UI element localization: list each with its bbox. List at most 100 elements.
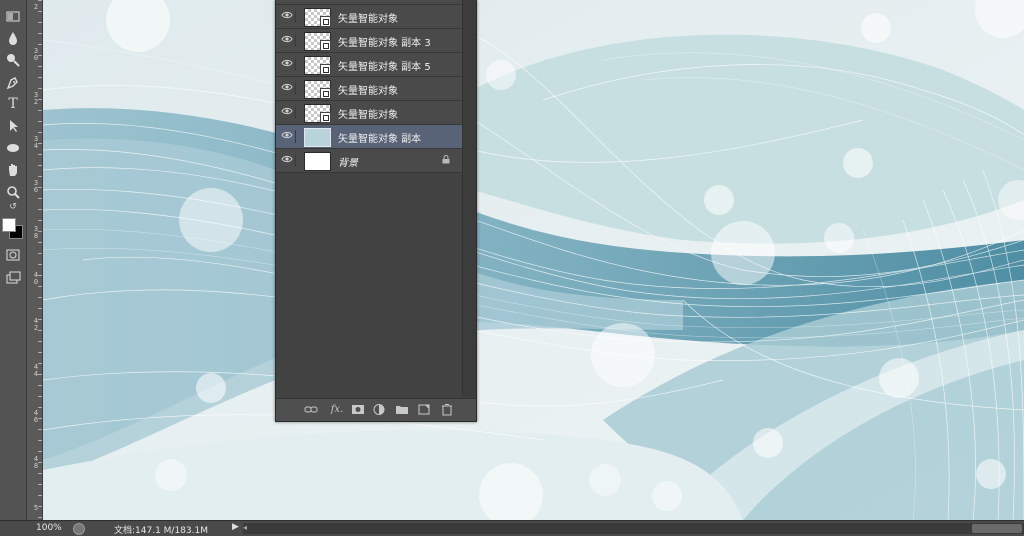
document-info: 文档:147.1 M/183.1M <box>114 526 208 536</box>
layer-row[interactable]: 矢量智能对象 副本 5 <box>276 53 462 77</box>
ruler-tick <box>38 55 42 56</box>
new-layer-icon[interactable] <box>417 403 431 416</box>
ruler-tick <box>38 143 42 144</box>
ruler-tick <box>38 77 42 78</box>
ruler-tick <box>38 33 42 34</box>
ruler-tick <box>38 462 42 463</box>
ruler-tick <box>38 176 42 177</box>
layer-thumbnail[interactable] <box>304 152 331 171</box>
screen-mode-icon[interactable] <box>3 268 23 288</box>
layer-thumbnail[interactable] <box>304 32 331 51</box>
layer-thumbnail[interactable] <box>304 8 331 27</box>
layers-panel: 矢量智能对象 矢量智能对象 副本 3 矢量智能对象 副本 5 矢量智能对象 矢量智能对象… <box>275 0 477 422</box>
layers-footer: fx. <box>276 398 476 421</box>
adjustment-icon[interactable] <box>373 403 387 416</box>
tools-panel: T ↺ <box>0 0 27 520</box>
fx-icon[interactable]: fx. <box>328 403 346 416</box>
ruler-mark: 2 <box>33 3 39 11</box>
ruler-tick <box>38 0 42 1</box>
pen-icon[interactable] <box>3 73 23 93</box>
link-icon[interactable] <box>304 403 318 416</box>
status-bar: 100% 文档:147.1 M/183.1M ▶ ◂ <box>0 520 1024 536</box>
ruler-tick <box>38 451 42 452</box>
layer-thumbnail[interactable] <box>304 80 331 99</box>
ruler-tick <box>38 330 42 331</box>
ruler-tick <box>38 286 42 287</box>
blur-icon[interactable] <box>3 28 23 48</box>
eye-icon[interactable] <box>281 154 296 167</box>
ruler-tick <box>38 495 42 496</box>
layer-row[interactable]: 矢量智能对象 副本 3 <box>276 29 462 53</box>
layer-row[interactable]: 矢量智能对象 副本 <box>276 125 462 149</box>
ruler-tick <box>38 506 42 507</box>
gradient-icon[interactable] <box>3 6 23 26</box>
ruler-tick <box>38 110 42 111</box>
hand-icon[interactable] <box>3 160 23 180</box>
trash-icon[interactable] <box>440 403 454 416</box>
ruler-tick <box>38 297 42 298</box>
type-icon[interactable]: T <box>3 94 23 114</box>
ruler-tick <box>38 154 42 155</box>
ruler-tick <box>38 429 42 430</box>
eye-icon[interactable] <box>281 106 296 119</box>
ruler-tick <box>38 22 42 23</box>
layer-row[interactable]: 矢量智能对象 <box>276 5 462 29</box>
layers-scrollbar[interactable] <box>462 0 476 397</box>
status-info-icon[interactable] <box>73 523 85 535</box>
zoom-level[interactable]: 100% <box>36 523 62 533</box>
ruler-tick <box>38 220 42 221</box>
quick-mask-icon[interactable] <box>3 245 23 265</box>
folder-icon[interactable] <box>395 403 409 416</box>
layer-name: 矢量智能对象 <box>338 14 398 25</box>
layer-name: 背景 <box>338 158 358 169</box>
dodge-icon[interactable] <box>3 50 23 70</box>
swap-colors-icon[interactable]: ↺ <box>3 201 23 213</box>
ruler-mark: 4 8 <box>33 455 39 470</box>
vertical-ruler: 23 03 23 43 63 84 04 24 44 64 85 <box>27 0 43 520</box>
layer-name: 矢量智能对象 <box>338 110 398 121</box>
ruler-tick <box>38 352 42 353</box>
lock-icon <box>442 155 450 164</box>
ruler-mark: 4 6 <box>33 409 39 424</box>
ruler-tick <box>38 385 42 386</box>
layer-row[interactable]: 矢量智能对象 <box>276 77 462 101</box>
scroll-left-icon[interactable]: ◂ <box>243 523 247 532</box>
layer-list: 矢量智能对象 矢量智能对象 副本 3 矢量智能对象 副本 5 矢量智能对象 矢量智能对象… <box>276 0 462 173</box>
foreground-color-swatch[interactable] <box>2 218 16 232</box>
eye-icon[interactable] <box>281 58 296 71</box>
eye-icon[interactable] <box>281 82 296 95</box>
eye-icon[interactable] <box>281 34 296 47</box>
ruler-mark: 3 8 <box>33 225 39 240</box>
ruler-tick <box>38 374 42 375</box>
mask-icon[interactable] <box>351 403 365 416</box>
layer-thumbnail[interactable] <box>304 128 331 147</box>
eye-icon[interactable] <box>281 130 296 143</box>
eye-icon[interactable] <box>281 10 296 23</box>
ruler-tick <box>38 308 42 309</box>
ellipse-icon[interactable] <box>3 138 23 158</box>
ruler-tick <box>38 517 42 518</box>
smart-object-icon <box>320 64 331 75</box>
smart-object-icon <box>320 16 331 27</box>
horizontal-scrollbar[interactable]: ◂ <box>243 523 1024 534</box>
ruler-tick <box>38 231 42 232</box>
ruler-tick <box>38 121 42 122</box>
path-select-icon[interactable] <box>3 116 23 136</box>
zoom-icon[interactable] <box>3 182 23 202</box>
ruler-tick <box>38 209 42 210</box>
scroll-thumb[interactable] <box>972 524 1022 533</box>
ruler-tick <box>38 44 42 45</box>
ruler-tick <box>38 396 42 397</box>
document-canvas[interactable] <box>43 0 1024 520</box>
layer-thumbnail[interactable] <box>304 104 331 123</box>
ruler-tick <box>38 473 42 474</box>
status-menu-arrow[interactable]: ▶ <box>232 522 239 532</box>
ruler-tick <box>38 66 42 67</box>
ruler-tick <box>38 341 42 342</box>
layer-thumbnail[interactable] <box>304 56 331 75</box>
layer-row[interactable]: 矢量智能对象 <box>276 101 462 125</box>
smart-object-icon <box>320 40 331 51</box>
layer-row[interactable]: 背景 <box>276 149 462 173</box>
layer-name: 矢量智能对象 副本 5 <box>338 62 431 73</box>
layer-name: 矢量智能对象 副本 <box>338 134 422 145</box>
